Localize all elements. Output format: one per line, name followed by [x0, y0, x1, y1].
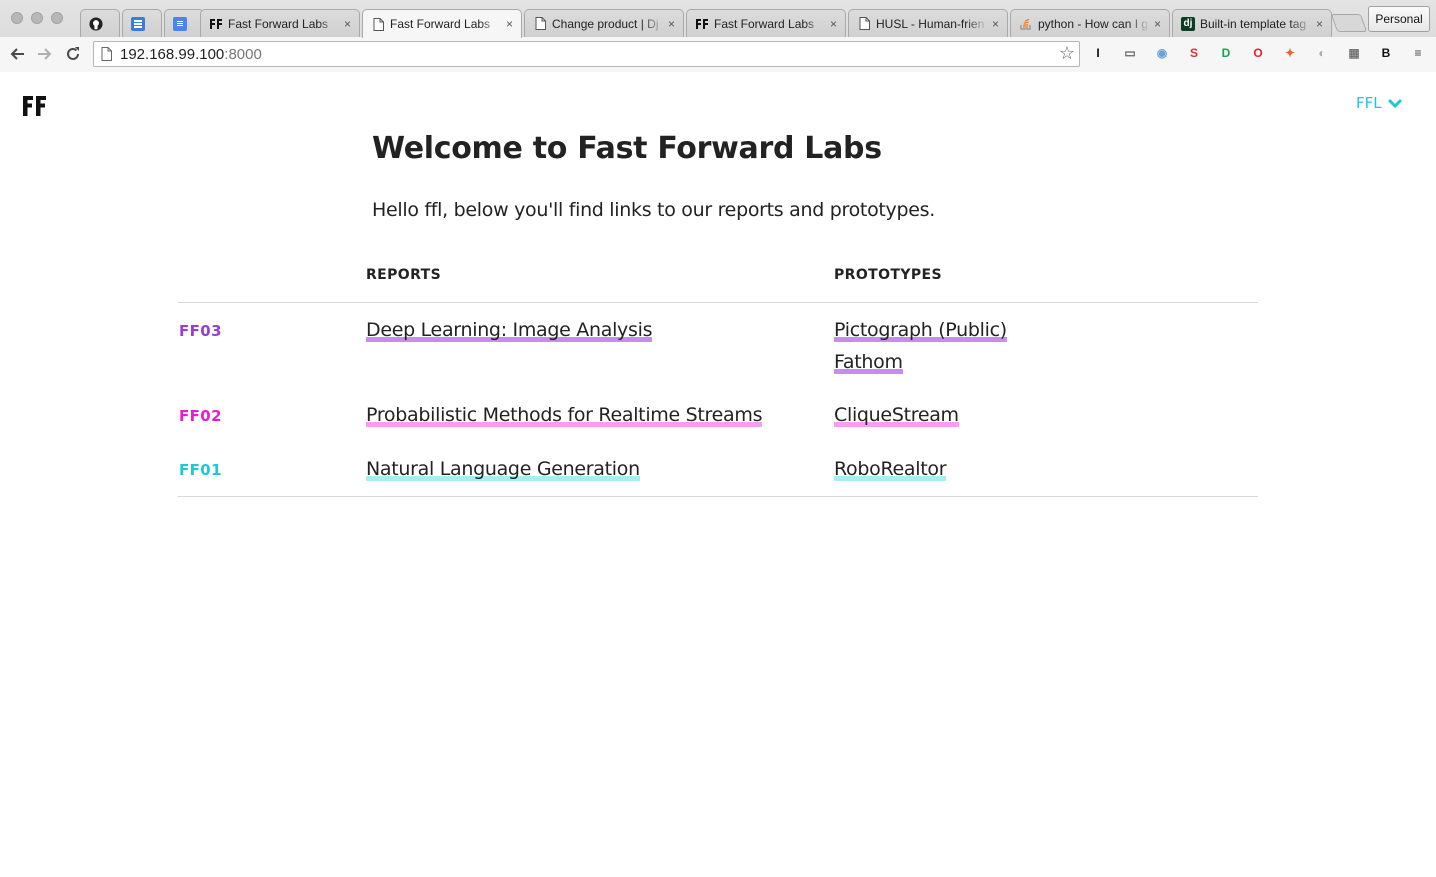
django-icon: dj: [1181, 16, 1195, 31]
forward-button[interactable]: [34, 43, 56, 65]
page-icon: [371, 17, 385, 31]
page-icon: [533, 17, 547, 31]
opera-icon[interactable]: O: [1248, 43, 1268, 63]
reports-column-header: REPORTS: [366, 267, 442, 283]
tab-docs[interactable]: [164, 9, 204, 37]
tab-close-icon[interactable]: ×: [506, 17, 513, 31]
tab-title: Fast Forward Labs: [228, 16, 329, 31]
new-tab-button[interactable]: [1330, 14, 1368, 32]
report-link-natural-language-generation[interactable]: Natural Language Generation: [366, 457, 640, 481]
user-menu-label: FFL: [1356, 94, 1382, 112]
bird-extension-icon[interactable]: ✦: [1280, 43, 1300, 63]
tab-close-icon[interactable]: ×: [992, 17, 999, 31]
tab-active[interactable]: Fast Forward Labs ×: [362, 9, 522, 38]
web-page: FFL Welcome to Fast Forward Labs Hello f…: [0, 73, 1436, 877]
camera-icon[interactable]: ◉: [1152, 43, 1172, 63]
tab-close-icon[interactable]: ×: [1154, 17, 1161, 31]
stackoverflow-icon: [1019, 17, 1033, 31]
tab-close-icon[interactable]: ×: [1316, 17, 1323, 31]
tab-close-icon[interactable]: ×: [830, 17, 837, 31]
prototype-link-pictograph[interactable]: Pictograph (Public): [834, 318, 1007, 342]
prototype-link-cliquestream[interactable]: CliqueStream: [834, 403, 959, 427]
tab-4[interactable]: HUSL - Human-frien ×: [848, 9, 1008, 37]
tab-6[interactable]: dj Built-in template tag ×: [1172, 9, 1332, 37]
tab-title: python - How can I g: [1038, 16, 1149, 31]
report-code-ff03: FF03: [179, 322, 222, 340]
tab-strip: Fast Forward Labs × Fast Forward Labs × …: [80, 9, 1340, 38]
bookmark-star-icon[interactable]: ☆: [1059, 43, 1075, 64]
tab-3[interactable]: Fast Forward Labs ×: [686, 9, 846, 37]
moon-extension-icon[interactable]: ◐: [1312, 43, 1332, 63]
ff-favicon: [209, 17, 223, 31]
reload-icon: [67, 47, 79, 60]
tab-title: Change product | Dj: [552, 16, 659, 31]
address-bar[interactable]: 192.168.99.100:8000 ☆: [93, 41, 1080, 67]
arrow-left-icon: [10, 48, 24, 60]
user-menu[interactable]: FFL: [1356, 94, 1403, 112]
back-button[interactable]: [6, 43, 28, 65]
prototype-link-roborealtor[interactable]: RoboRealtor: [834, 457, 947, 481]
tab-title: Fast Forward Labs: [390, 17, 491, 31]
chevron-down-icon: [1387, 98, 1402, 108]
tab-close-icon[interactable]: ×: [344, 17, 351, 31]
url-port: :8000: [224, 46, 262, 63]
report-link-probabilistic-methods[interactable]: Probabilistic Methods for Realtime Strea…: [366, 403, 763, 427]
browser-chrome: Fast Forward Labs × Fast Forward Labs × …: [0, 0, 1436, 72]
page-icon: [101, 47, 112, 61]
tab-github[interactable]: [80, 9, 120, 37]
tab-app[interactable]: [122, 9, 162, 37]
film-icon[interactable]: ▦: [1344, 43, 1364, 63]
tab-title: Built-in template tag: [1200, 16, 1307, 31]
s-extension-icon[interactable]: S: [1184, 43, 1204, 63]
profile-button[interactable]: Personal: [1368, 6, 1430, 32]
ffl-logo[interactable]: [22, 95, 48, 117]
google-docs-icon: [173, 16, 187, 31]
cast-icon[interactable]: ▭: [1120, 43, 1140, 63]
prototypes-column-header: PROTOTYPES: [834, 267, 942, 283]
ff-favicon: [695, 17, 709, 31]
blue-app-icon: [131, 16, 145, 31]
report-code-ff02: FF02: [179, 407, 222, 425]
tab-close-icon[interactable]: ×: [668, 17, 675, 31]
github-icon: [89, 16, 103, 31]
browser-toolbar: 192.168.99.100:8000 ☆ I ▭ ◉ S D O ✦ ◐ ▦ B ≡: [0, 37, 1436, 72]
address-url: 192.168.99.100:8000: [120, 46, 262, 63]
table-bottom-divider: [178, 496, 1258, 497]
close-window-button[interactable]: [11, 12, 23, 24]
report-link-deep-learning[interactable]: Deep Learning: Image Analysis: [366, 318, 652, 342]
intro-text: Hello ffl, below you'll find links to ou…: [372, 199, 935, 221]
zoom-window-button[interactable]: [51, 12, 63, 24]
tab-title: Fast Forward Labs: [714, 16, 815, 31]
arrow-right-icon: [38, 48, 52, 60]
page-title: Welcome to Fast Forward Labs: [372, 131, 882, 166]
prototype-link-fathom[interactable]: Fathom: [834, 350, 903, 374]
tab-2[interactable]: Change product | Dj ×: [524, 9, 684, 37]
tab-5[interactable]: python - How can I g ×: [1010, 9, 1170, 37]
instapaper-icon[interactable]: I: [1088, 43, 1108, 63]
b-extension-icon[interactable]: B: [1376, 43, 1396, 63]
table-top-divider: [178, 302, 1258, 303]
chrome-menu-icon[interactable]: ≡: [1408, 43, 1428, 63]
report-code-ff01: FF01: [179, 461, 222, 479]
url-host: 192.168.99.100: [120, 46, 225, 63]
tab-title: HUSL - Human-frien: [876, 16, 985, 31]
green-d-icon[interactable]: D: [1216, 43, 1236, 63]
reload-button[interactable]: [62, 43, 84, 65]
minimize-window-button[interactable]: [31, 12, 43, 24]
page-icon: [857, 17, 871, 31]
tab-0[interactable]: Fast Forward Labs ×: [200, 9, 360, 37]
